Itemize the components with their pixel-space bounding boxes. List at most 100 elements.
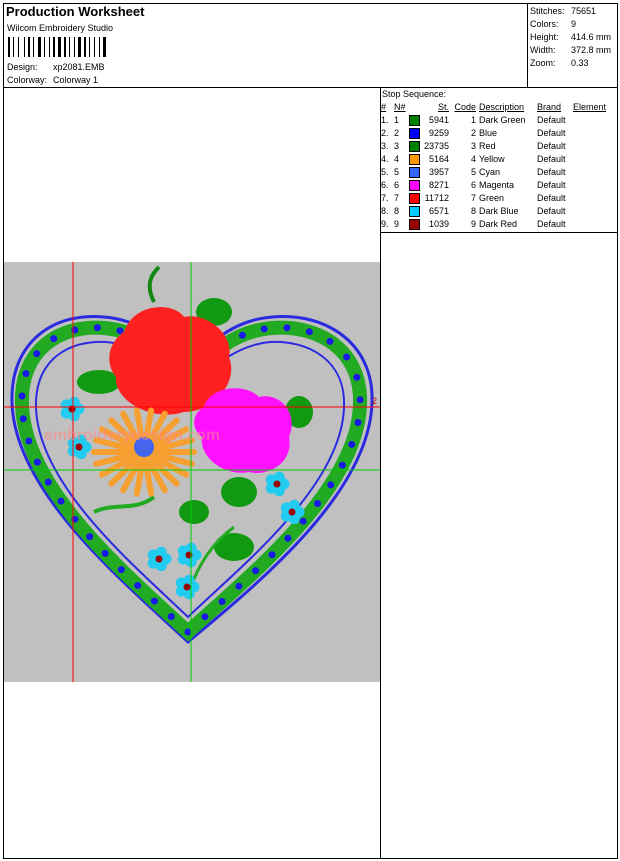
- marker-label: 2: [372, 396, 377, 406]
- cell-element: [573, 127, 609, 140]
- barcode-bar: [33, 37, 34, 57]
- leaf: [221, 477, 257, 507]
- border-dot: [338, 461, 346, 469]
- cell-brand: Default: [537, 128, 566, 138]
- barcode-bar: [8, 37, 10, 57]
- table-row: 8. 8 6571 8 Dark Blue Default: [381, 205, 609, 218]
- border-dot: [305, 328, 313, 336]
- cell-desc: Dark Blue: [479, 206, 519, 216]
- border-dot: [353, 373, 361, 381]
- page-title: Production Worksheet: [6, 4, 145, 19]
- border-dot: [134, 582, 142, 589]
- border-dot: [57, 497, 65, 505]
- border-dot: [150, 597, 158, 605]
- cell-code: 1: [470, 115, 476, 125]
- color-swatch-cell: [409, 140, 423, 153]
- border-dot: [167, 613, 175, 620]
- flower-center-dot: [75, 443, 83, 451]
- cell-desc: Red: [479, 141, 496, 151]
- barcode-bar: [28, 37, 30, 57]
- colorway-value: Colorway 1: [53, 75, 99, 85]
- border-dot: [299, 517, 307, 525]
- border-dot: [101, 549, 109, 557]
- border-dot: [86, 533, 94, 541]
- barcode-bar: [64, 37, 66, 57]
- cell-n: 4: [394, 154, 400, 164]
- barcode-bar: [89, 37, 90, 57]
- barcode-bar: [13, 37, 14, 57]
- cell-num: 5.: [381, 167, 389, 177]
- cell-n: 2: [394, 128, 400, 138]
- cell-num: 4.: [381, 154, 389, 164]
- header-divider-h: [3, 87, 618, 88]
- border-dot: [252, 567, 260, 575]
- color-swatch: [409, 141, 420, 153]
- border-dot: [33, 350, 41, 358]
- border-dot: [260, 325, 268, 333]
- cell-code: 5: [470, 167, 476, 177]
- col-header: Code: [454, 102, 476, 112]
- col-header: Description: [479, 102, 525, 112]
- cell-num: 2.: [381, 128, 389, 138]
- border-dot: [348, 440, 356, 448]
- cell-st: 3957: [428, 167, 449, 177]
- barcode-bar: [18, 37, 19, 57]
- stem: [93, 495, 156, 514]
- color-swatch-cell: [409, 153, 423, 166]
- border-dot: [93, 324, 101, 332]
- barcode-bar: [24, 37, 25, 57]
- color-swatch: [409, 206, 420, 218]
- design-value: xp2081.EMB: [53, 62, 105, 72]
- cell-st: 23735: [423, 141, 449, 151]
- flower-center-dot: [288, 508, 296, 516]
- color-swatch: [409, 128, 420, 140]
- stat-value: 414.6 mm: [571, 32, 612, 42]
- stat-value: 372.8 mm: [571, 45, 612, 55]
- stat-value: 75651: [571, 6, 597, 16]
- design-label: Design:: [7, 62, 38, 72]
- table-row: 7. 7 11712 7 Green Default: [381, 192, 609, 205]
- cell-st: 6571: [428, 206, 449, 216]
- cell-n: 8: [394, 206, 400, 216]
- color-swatch-cell: [409, 205, 423, 218]
- table-row: 3. 3 23735 3 Red Default: [381, 140, 609, 153]
- table-row: 4. 4 5164 4 Yellow Default: [381, 153, 609, 166]
- cell-element: [573, 218, 609, 231]
- border-dot: [284, 534, 292, 542]
- watermark: embroiderydesign.com: [44, 427, 220, 444]
- color-swatch: [409, 180, 420, 192]
- cell-st: 5164: [428, 154, 449, 164]
- cell-st: 8271: [428, 180, 449, 190]
- table-row: 1. 1 5941 1 Dark Green Default: [381, 114, 609, 127]
- border-dot: [268, 551, 276, 559]
- barcode-bar: [94, 37, 95, 57]
- cell-brand: Default: [537, 206, 566, 216]
- barcode-bar: [74, 37, 75, 57]
- stat-label: Height:: [530, 32, 559, 42]
- cell-st: 11712: [424, 193, 449, 203]
- barcode-bar: [49, 37, 50, 57]
- cell-st: 5941: [428, 115, 449, 125]
- stop-sequence-table: # N# St. Code Description Brand Element …: [381, 101, 609, 231]
- border-dot: [354, 419, 362, 426]
- cell-num: 6.: [381, 180, 389, 190]
- border-dot: [235, 582, 243, 590]
- border-dot: [283, 324, 291, 332]
- cell-element: [573, 140, 609, 153]
- barcode-bar: [84, 37, 86, 57]
- col-header: Element: [573, 102, 607, 112]
- cell-brand: Default: [537, 141, 566, 151]
- cell-brand: Default: [537, 180, 566, 190]
- col-header: Brand: [537, 102, 562, 112]
- cell-desc: Blue: [479, 128, 498, 138]
- cell-num: 7.: [381, 193, 389, 203]
- border-dot: [117, 566, 125, 574]
- cell-desc: Dark Red: [479, 219, 518, 229]
- color-swatch: [409, 115, 420, 127]
- flower-center-dot: [273, 480, 281, 488]
- color-swatch-cell: [409, 218, 423, 231]
- cell-n: 9: [394, 219, 400, 229]
- cell-brand: Default: [537, 167, 566, 177]
- cell-brand: Default: [537, 154, 566, 164]
- flower-center-dot: [155, 555, 163, 563]
